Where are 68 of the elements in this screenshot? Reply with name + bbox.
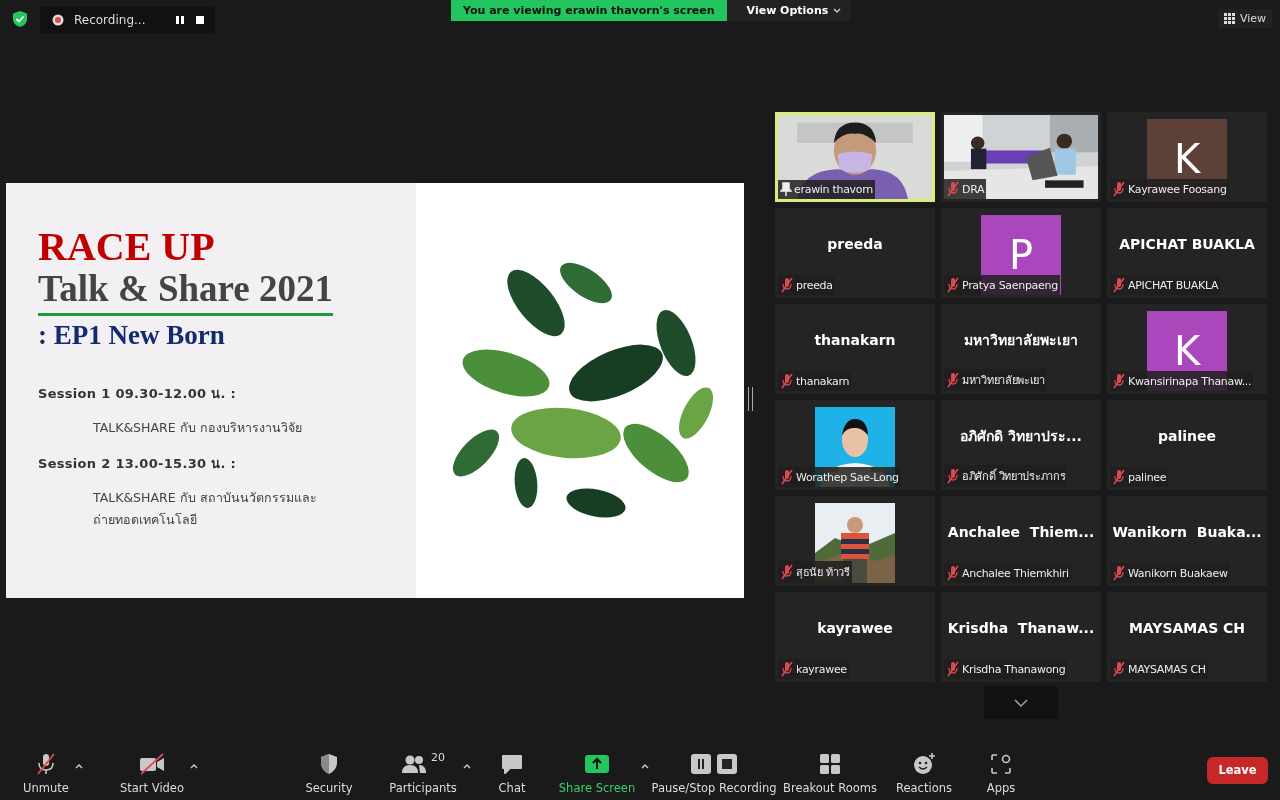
participant-tile[interactable]: P Pratya Saenpaeng [941,208,1101,298]
participant-tile[interactable]: มหาวิทยาลัยพะเยา มหาวิทยาลัยพะเยา [941,304,1101,394]
record-button[interactable]: Pause/Stop Recording [651,745,777,795]
participant-tile[interactable]: MAYSAMAS CH MAYSAMAS CH [1107,592,1267,682]
participant-name: APICHAT BUAKLA [1119,236,1255,252]
participant-label: kayrawee [796,662,847,676]
participant-count: 20 [431,751,445,764]
participant-name: kayrawee [817,620,893,636]
participant-name: Wanikorn Buaka... [1112,524,1262,540]
participant-tile[interactable]: Anchalee Thiem... Anchalee Thiemkhiri [941,496,1101,586]
participant-tile[interactable]: palinee palinee [1107,400,1267,490]
participant-name: palinee [1158,428,1216,444]
participant-tile[interactable]: thanakarn thanakarn [775,304,935,394]
participant-name: มหาวิทยาลัยพะเยา [964,331,1078,350]
participant-tile[interactable]: K Kwansirinapa Thanaw... [1107,304,1267,394]
session-detail: TALK&SHARE กับ สถาบันนวัตกรรมและ [93,488,318,507]
participant-name: MAYSAMAS CH [1128,620,1246,636]
view-options-button[interactable]: View Options [726,0,852,21]
participant-label: palinee [1128,470,1167,484]
participant-tile[interactable]: preeda preeda [775,208,935,298]
session-detail: ถ่ายทอดเทคโนโลยี [93,510,198,529]
participant-name: อภิศักดิ วิทยาประ... [960,427,1082,446]
recording-label: Recording... [74,13,146,27]
view-button[interactable]: View [1217,9,1272,28]
video-button[interactable]: Start Video [120,745,184,795]
session-heading: Session 2 13.00-15.30 น. : [38,454,238,473]
share-button[interactable]: Share Screen [558,745,636,795]
participant-tile[interactable]: APICHAT BUAKLA APICHAT BUAKLA [1107,208,1267,298]
participant-label: อภิศักดิ์ วิทยาประภากร [962,467,1066,485]
slide-title: RACE UP [38,226,216,267]
participant-name: thanakarn [814,332,896,348]
participant-label: Wanikorn Buakaew [1128,566,1228,580]
participant-tile[interactable]: K Kayrawee Foosang [1107,112,1267,202]
participants-button[interactable]: 20 Participants [389,745,457,795]
participant-label: preeda [796,278,833,292]
participant-label: Worathep Sae-Long [796,470,899,484]
viewing-banner: You are viewing erawin thavorn's screen [451,0,727,21]
apps-button[interactable]: Apps [986,745,1016,795]
session-detail: TALK&SHARE กับ กองบริหารงานวิจัย [93,418,303,437]
participant-tile[interactable]: สุธนัย ท้าวรี [775,496,935,586]
participant-label: สุธนัย ท้าวรี [796,565,850,581]
participant-label: มหาวิทยาลัยพะเยา [962,373,1045,389]
participant-name: Krisdha Thanaw... [947,620,1095,636]
participant-tile[interactable]: kayrawee kayrawee [775,592,935,682]
participant-label: MAYSAMAS CH [1128,662,1206,676]
participant-name: preeda [827,236,883,252]
chat-button[interactable]: Chat [498,745,526,795]
participant-label: APICHAT BUAKLA [1128,278,1219,292]
participant-label: thanakarn [796,374,850,388]
participant-tile[interactable]: DRA [941,112,1101,202]
participant-tile[interactable]: erawin thavorn [775,112,935,202]
slide-episode: : EP1 New Born [38,319,226,351]
participant-label: erawin thavorn [794,183,873,196]
session-heading: Session 1 09.30-12.00 น. : [38,384,238,403]
participant-tile[interactable]: Wanikorn Buaka... Wanikorn Buakaew [1107,496,1267,586]
participant-tile[interactable]: Krisdha Thanaw... Krisdha Thanawong [941,592,1101,682]
participant-name: Anchalee Thiem... [947,524,1095,540]
leave-button[interactable]: Leave [1207,756,1268,784]
security-button[interactable]: Security [305,745,353,795]
participant-label: DRA [962,182,985,196]
slide-subtitle: Talk & Share 2021 [38,266,334,316]
participant-label: Krisdha Thanawong [962,662,1066,676]
participant-tile[interactable]: อภิศักดิ วิทยาประ... อภิศักดิ์ วิทยาประภากร [941,400,1101,490]
reactions-button[interactable]: Reactions [896,745,952,795]
participant-label: Anchalee Thiemkhiri [962,566,1069,580]
breakout-button[interactable]: Breakout Rooms [783,745,877,795]
participant-tile[interactable]: Worathep Sae-Long [775,400,935,490]
mic-button[interactable]: Unmute [23,745,69,795]
